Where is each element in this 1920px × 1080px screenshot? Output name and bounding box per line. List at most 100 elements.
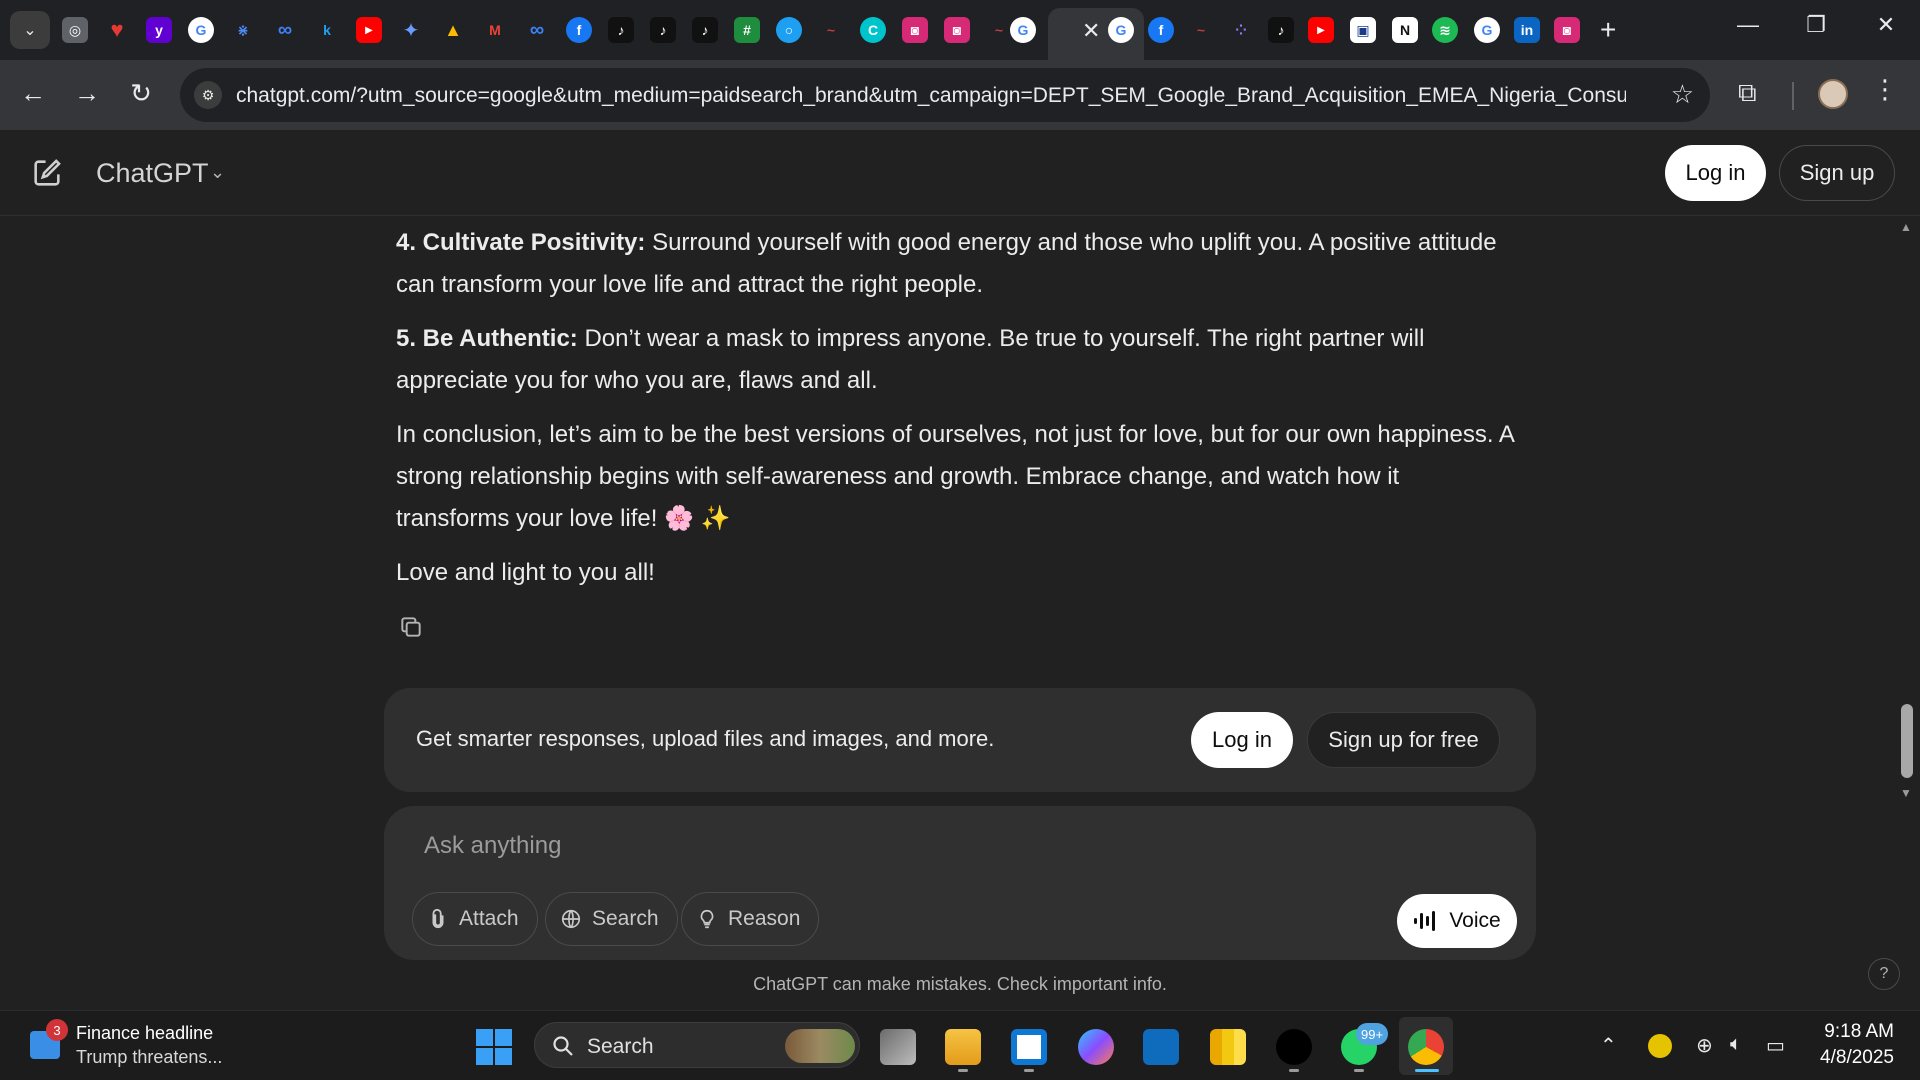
globe-icon [561, 909, 581, 929]
window-minimize-icon[interactable]: — [1728, 12, 1768, 38]
copy-icon[interactable] [398, 614, 424, 640]
power-bi-icon[interactable] [1210, 1029, 1246, 1065]
forward-arrow-icon[interactable]: → [70, 78, 104, 109]
header-login-button[interactable]: Log in [1665, 145, 1766, 201]
tab-canva-icon[interactable]: C [860, 17, 886, 43]
lightbulb-icon [700, 909, 714, 929]
scroll-down-arrow-icon[interactable]: ▼ [1900, 786, 1912, 800]
tab-gmail-icon[interactable]: M [482, 17, 508, 43]
search-label: Search [592, 907, 659, 930]
search-button[interactable]: Search [545, 892, 678, 946]
tab-signature-icon-2[interactable]: ~ [986, 17, 1012, 43]
tab-chrome-icon[interactable]: ◎ [62, 17, 88, 43]
new-chat-compose-icon[interactable] [30, 156, 64, 190]
tab-k-icon[interactable]: k [314, 17, 340, 43]
bookmark-star-icon[interactable]: ☆ [1671, 79, 1694, 110]
tab-sheets-icon[interactable]: # [734, 17, 760, 43]
browser-menu-icon[interactable]: ⋮ [1872, 74, 1898, 105]
tab-tiktok-icon-4[interactable]: ♪ [1268, 17, 1294, 43]
microsoft-store-icon[interactable] [1011, 1029, 1047, 1065]
assistant-message: 4. Cultivate Positivity: Surround yourse… [396, 222, 1516, 606]
tab-facebook-icon[interactable]: f [566, 17, 592, 43]
search-icon [553, 1036, 573, 1056]
tab-spotify-icon[interactable]: ≋ [1432, 17, 1458, 43]
battery-icon[interactable]: ▭ [1766, 1033, 1785, 1058]
new-tab-plus-icon[interactable]: + [1600, 14, 1616, 46]
tab-bluesky-icon[interactable]: ⋇ [230, 17, 256, 43]
tab-heart-icon[interactable]: ♥ [104, 17, 130, 43]
tab-circle-icon[interactable]: ○ [776, 17, 802, 43]
voice-label: Voice [1449, 909, 1501, 932]
address-bar[interactable]: ⚙ chatgpt.com/?utm_source=google&utm_med… [180, 68, 1710, 122]
tab-linkedin-icon[interactable]: in [1514, 17, 1540, 43]
toolbar-divider [1792, 82, 1794, 110]
message-signoff: Love and light to you all! [396, 559, 655, 586]
back-arrow-icon[interactable]: ← [16, 78, 50, 109]
active-indicator [1415, 1069, 1439, 1072]
network-globe-icon[interactable]: ⊕ [1696, 1033, 1713, 1058]
tab-google-icon-4[interactable]: G [1474, 17, 1500, 43]
news-widget-title[interactable]: Finance headline [76, 1023, 213, 1044]
tab-facebook-icon-2[interactable]: f [1148, 17, 1174, 43]
tab-search-chevron-icon[interactable]: ⌄ [10, 11, 50, 49]
volume-icon[interactable]: 🔈︎ [1730, 1033, 1742, 1056]
tab-instagram-icon[interactable]: ◙ [902, 17, 928, 43]
reason-button[interactable]: Reason [681, 892, 820, 946]
clock-date[interactable]: 4/8/2025 [1800, 1047, 1894, 1069]
site-settings-icon[interactable]: ⚙ [194, 81, 222, 109]
tab-instagram-icon-2[interactable]: ◙ [944, 17, 970, 43]
disclaimer-text: ChatGPT can make mistakes. Check importa… [753, 974, 1167, 994]
scrollbar-thumb[interactable] [1901, 704, 1913, 778]
tab-tiktok-icon-2[interactable]: ♪ [650, 17, 676, 43]
tab-notion-icon[interactable]: N [1392, 17, 1418, 43]
active-tab-close-icon[interactable]: ✕ [1082, 18, 1100, 44]
tab-gemini-icon[interactable]: ✦ [398, 17, 424, 43]
tab-meta-icon-2[interactable]: ∞ [524, 17, 550, 43]
news-widget-subtitle[interactable]: Trump threatens... [76, 1047, 222, 1068]
voice-button[interactable]: Voice [1397, 894, 1517, 948]
tab-signature-icon[interactable]: ~ [818, 17, 844, 43]
help-button[interactable]: ? [1868, 958, 1900, 990]
tab-google-icon[interactable]: G [188, 17, 214, 43]
tray-app-icon[interactable] [1648, 1034, 1672, 1058]
tab-meta-icon[interactable]: ∞ [272, 17, 298, 43]
tab-yahoo-icon[interactable]: y [146, 17, 172, 43]
scroll-up-arrow-icon[interactable]: ▲ [1900, 220, 1912, 234]
window-close-icon[interactable]: ✕ [1866, 12, 1906, 38]
chevron-down-icon[interactable]: ⌄ [210, 162, 225, 183]
file-explorer-icon[interactable] [945, 1029, 981, 1065]
attach-button[interactable]: Attach [412, 892, 538, 946]
tab-youtube-icon[interactable]: ▶ [356, 17, 382, 43]
profile-avatar[interactable] [1818, 79, 1848, 109]
copilot-icon[interactable] [1078, 1029, 1114, 1065]
upsell-signup-button[interactable]: Sign up for free [1307, 712, 1500, 768]
tab-tiktok-icon[interactable]: ♪ [608, 17, 634, 43]
windows-start-icon[interactable] [476, 1029, 512, 1065]
outlook-icon[interactable] [1143, 1029, 1179, 1065]
tab-dots-icon[interactable]: ⁘ [1228, 17, 1254, 43]
tab-instagram-icon-3[interactable]: ◙ [1554, 17, 1580, 43]
running-indicator [1354, 1069, 1364, 1072]
taskbar-search-box[interactable]: Search [534, 1022, 860, 1068]
prompt-input[interactable] [424, 826, 1484, 866]
task-view-icon[interactable] [880, 1029, 916, 1065]
address-bar-url[interactable]: chatgpt.com/?utm_source=google&utm_mediu… [236, 84, 1626, 108]
reload-icon[interactable]: ↻ [124, 78, 158, 109]
tray-overflow-chevron-icon[interactable]: ⌃ [1600, 1033, 1617, 1058]
model-selector-title[interactable]: ChatGPT [96, 158, 209, 189]
tab-youtube-icon-2[interactable]: ▶ [1308, 17, 1334, 43]
tiktok-icon[interactable] [1276, 1029, 1312, 1065]
tab-google-icon-2[interactable]: G [1010, 17, 1036, 43]
chrome-icon[interactable] [1408, 1029, 1444, 1065]
window-restore-icon[interactable]: ❐ [1796, 12, 1836, 38]
upsell-login-button[interactable]: Log in [1191, 712, 1293, 768]
extensions-puzzle-icon[interactable]: ⧉ [1738, 77, 1757, 109]
tab-document-icon[interactable]: ▣ [1350, 17, 1376, 43]
clock-time[interactable]: 9:18 AM [1800, 1021, 1894, 1043]
header-signup-button[interactable]: Sign up [1779, 145, 1895, 201]
tab-tiktok-icon-3[interactable]: ♪ [692, 17, 718, 43]
message-paragraph: 5. Be Authentic: Don’t wear a mask to im… [396, 318, 1516, 402]
tab-google-icon-3[interactable]: G [1108, 17, 1134, 43]
tab-signature-icon-3[interactable]: ~ [1188, 17, 1214, 43]
tab-drive-icon[interactable]: ▲ [440, 17, 466, 43]
